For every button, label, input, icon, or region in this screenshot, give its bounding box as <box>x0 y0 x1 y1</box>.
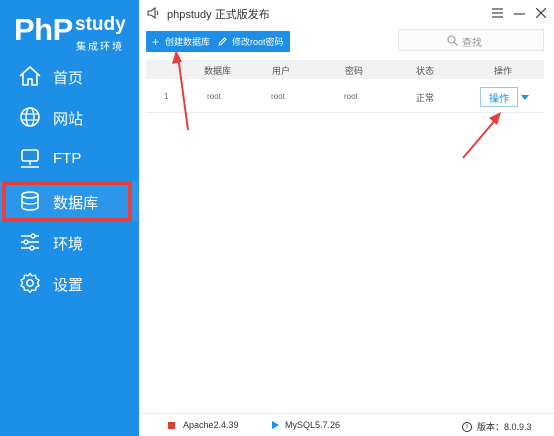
cell-status: 正常 <box>416 93 435 103</box>
column-header-database: 数据库 <box>204 66 232 76</box>
menu-icon <box>491 8 503 18</box>
search-icon <box>447 35 458 46</box>
title-bar: phpstudy 正式版发布 <box>139 0 554 26</box>
menu-button[interactable] <box>486 3 508 23</box>
sidebar-item-ftp[interactable]: FTP <box>0 139 139 179</box>
action-label: 操作 <box>489 93 509 105</box>
version-label: 版本：8.0.9.3 <box>477 422 532 432</box>
sidebar-item-label: 设置 <box>53 277 84 294</box>
cell-database: root <box>207 92 221 101</box>
plus-icon: + <box>152 34 160 49</box>
sidebar-item-settings[interactable]: 设置 <box>0 263 139 303</box>
action-dropdown[interactable] <box>517 87 533 107</box>
cell-password: root <box>344 92 358 101</box>
caret-down-icon <box>521 94 529 100</box>
mysql-status[interactable]: MySQL5.7.26 <box>272 420 340 430</box>
column-header-action: 操作 <box>494 66 513 76</box>
server-icon <box>21 149 39 168</box>
announcement-title[interactable]: phpstudy 正式版发布 <box>167 6 270 22</box>
version-info: i 版本：8.0.9.3 <box>462 420 532 433</box>
column-header-user: 用户 <box>272 66 291 76</box>
arrow-to-action-button <box>462 112 501 159</box>
action-button[interactable]: 操作 <box>480 87 518 107</box>
stopped-indicator-icon <box>168 421 175 429</box>
apache-label: Apache2.4.39 <box>183 420 239 430</box>
sidebar-item-home[interactable]: 首页 <box>0 56 139 96</box>
sidebar-item-label: FTP <box>53 150 82 167</box>
sidebar-item-label: 首页 <box>53 70 84 87</box>
home-icon <box>19 66 41 86</box>
column-header-password: 密码 <box>345 66 364 76</box>
close-button[interactable] <box>530 3 552 23</box>
gear-icon <box>20 272 40 294</box>
speaker-icon <box>147 6 159 20</box>
sidebar: PhP study 集成环境 首页 网站 FTP 数据库 环境 设置 <box>0 0 139 436</box>
create-database-button[interactable]: + 创建数据库 <box>146 31 217 52</box>
logo-subtitle: 集成环境 <box>76 42 124 53</box>
search-placeholder: 查找 <box>462 38 482 49</box>
create-database-label: 创建数据库 <box>165 37 211 47</box>
search-input[interactable]: 查找 <box>398 29 544 51</box>
row-index: 1 <box>164 92 169 101</box>
logo-study: study <box>75 14 126 35</box>
mysql-label: MySQL5.7.26 <box>285 420 341 430</box>
highlight-box <box>2 181 132 222</box>
modify-root-password-button[interactable]: 修改root密码 <box>212 31 290 52</box>
table-row: 1 root root root 正常 操作 <box>146 79 544 113</box>
sidebar-item-website[interactable]: 网站 <box>0 97 139 137</box>
sliders-icon <box>21 233 39 251</box>
modify-root-password-label: 修改root密码 <box>232 37 284 47</box>
cell-user: root <box>271 92 285 101</box>
sidebar-item-environment[interactable]: 环境 <box>0 222 139 262</box>
apache-status[interactable]: Apache2.4.39 <box>168 420 239 430</box>
minimize-icon <box>513 13 525 15</box>
app-logo: PhP study 集成环境 <box>12 10 136 53</box>
edit-icon <box>218 37 227 46</box>
globe-icon <box>20 107 40 127</box>
close-icon <box>536 8 546 18</box>
column-header-status: 状态 <box>416 66 435 76</box>
status-bar: Apache2.4.39 MySQL5.7.26 i 版本：8.0.9.3 <box>139 413 554 436</box>
logo-php: PhP <box>14 12 73 47</box>
table-header: 数据库 用户 密码 状态 操作 <box>146 60 544 79</box>
info-icon: i <box>462 421 472 432</box>
play-icon <box>272 421 279 429</box>
sidebar-item-label: 网站 <box>53 111 84 128</box>
minimize-button[interactable] <box>508 3 530 23</box>
sidebar-item-label: 环境 <box>53 236 84 253</box>
